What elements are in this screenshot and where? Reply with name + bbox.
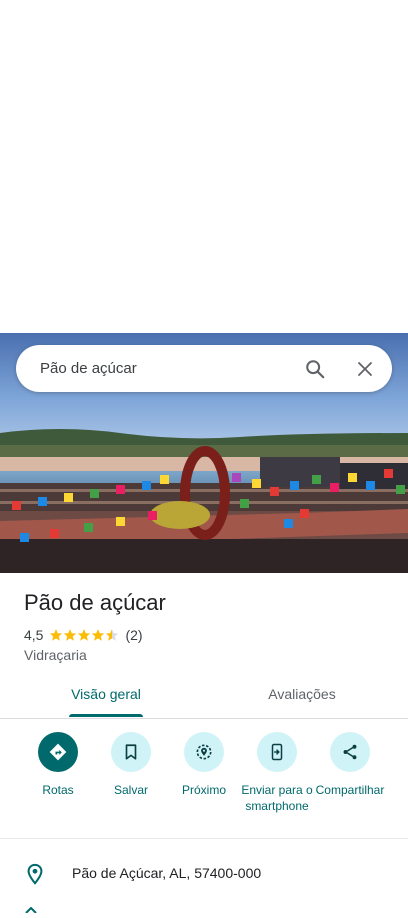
directions-label: Rotas xyxy=(42,783,74,797)
rating-row[interactable]: 4,5 (2) xyxy=(24,626,143,644)
star-icon xyxy=(64,629,77,641)
next-row-icon xyxy=(24,900,38,914)
address-row[interactable]: Pão de Açúcar, AL, 57400-000 xyxy=(0,858,408,892)
review-count[interactable]: (2) xyxy=(125,627,142,643)
close-icon[interactable] xyxy=(352,356,378,382)
send-to-phone-icon xyxy=(271,743,283,761)
search-icon[interactable] xyxy=(302,356,328,382)
save-label: Salvar xyxy=(113,783,148,797)
active-tab-indicator xyxy=(69,714,143,717)
nearby-label: Próximo xyxy=(181,783,226,797)
map-area-blank xyxy=(0,0,408,333)
action-row: Rotas Salvar Próximo Enviar para o smart… xyxy=(0,730,408,839)
bookmark-icon xyxy=(125,744,137,760)
send-to-phone-label: Enviar para o smartphone xyxy=(241,783,313,813)
star-icon xyxy=(50,629,63,641)
place-category[interactable]: Vidraçaria xyxy=(24,647,87,663)
address-text: Pão de Açúcar, AL, 57400-000 xyxy=(72,865,262,881)
rating-value: 4,5 xyxy=(24,627,44,643)
nearby-icon xyxy=(196,744,212,760)
search-input[interactable]: Pão de açúcar xyxy=(40,345,137,392)
tab-reviews[interactable]: Avaliações xyxy=(252,676,352,716)
search-box[interactable]: Pão de açúcar xyxy=(16,345,392,392)
nearby-button[interactable]: Próximo xyxy=(166,730,242,798)
rating-stars xyxy=(49,628,119,642)
tab-overview[interactable]: Visão geral xyxy=(56,676,156,716)
directions-icon xyxy=(49,743,67,761)
star-icon xyxy=(92,629,105,641)
directions-button[interactable]: Rotas xyxy=(20,730,96,798)
send-to-phone-button[interactable]: Enviar para o smartphone xyxy=(239,730,315,814)
location-pin-icon xyxy=(24,862,46,891)
share-button[interactable]: Compartilhar xyxy=(312,730,388,798)
share-icon xyxy=(343,744,357,760)
tab-bar: Visão geral Avaliações xyxy=(0,676,408,719)
save-button[interactable]: Salvar xyxy=(93,730,169,798)
star-half-icon xyxy=(106,629,119,641)
star-icon xyxy=(78,629,91,641)
share-label: Compartilhar xyxy=(315,783,385,797)
place-title: Pão de açúcar xyxy=(24,590,166,615)
